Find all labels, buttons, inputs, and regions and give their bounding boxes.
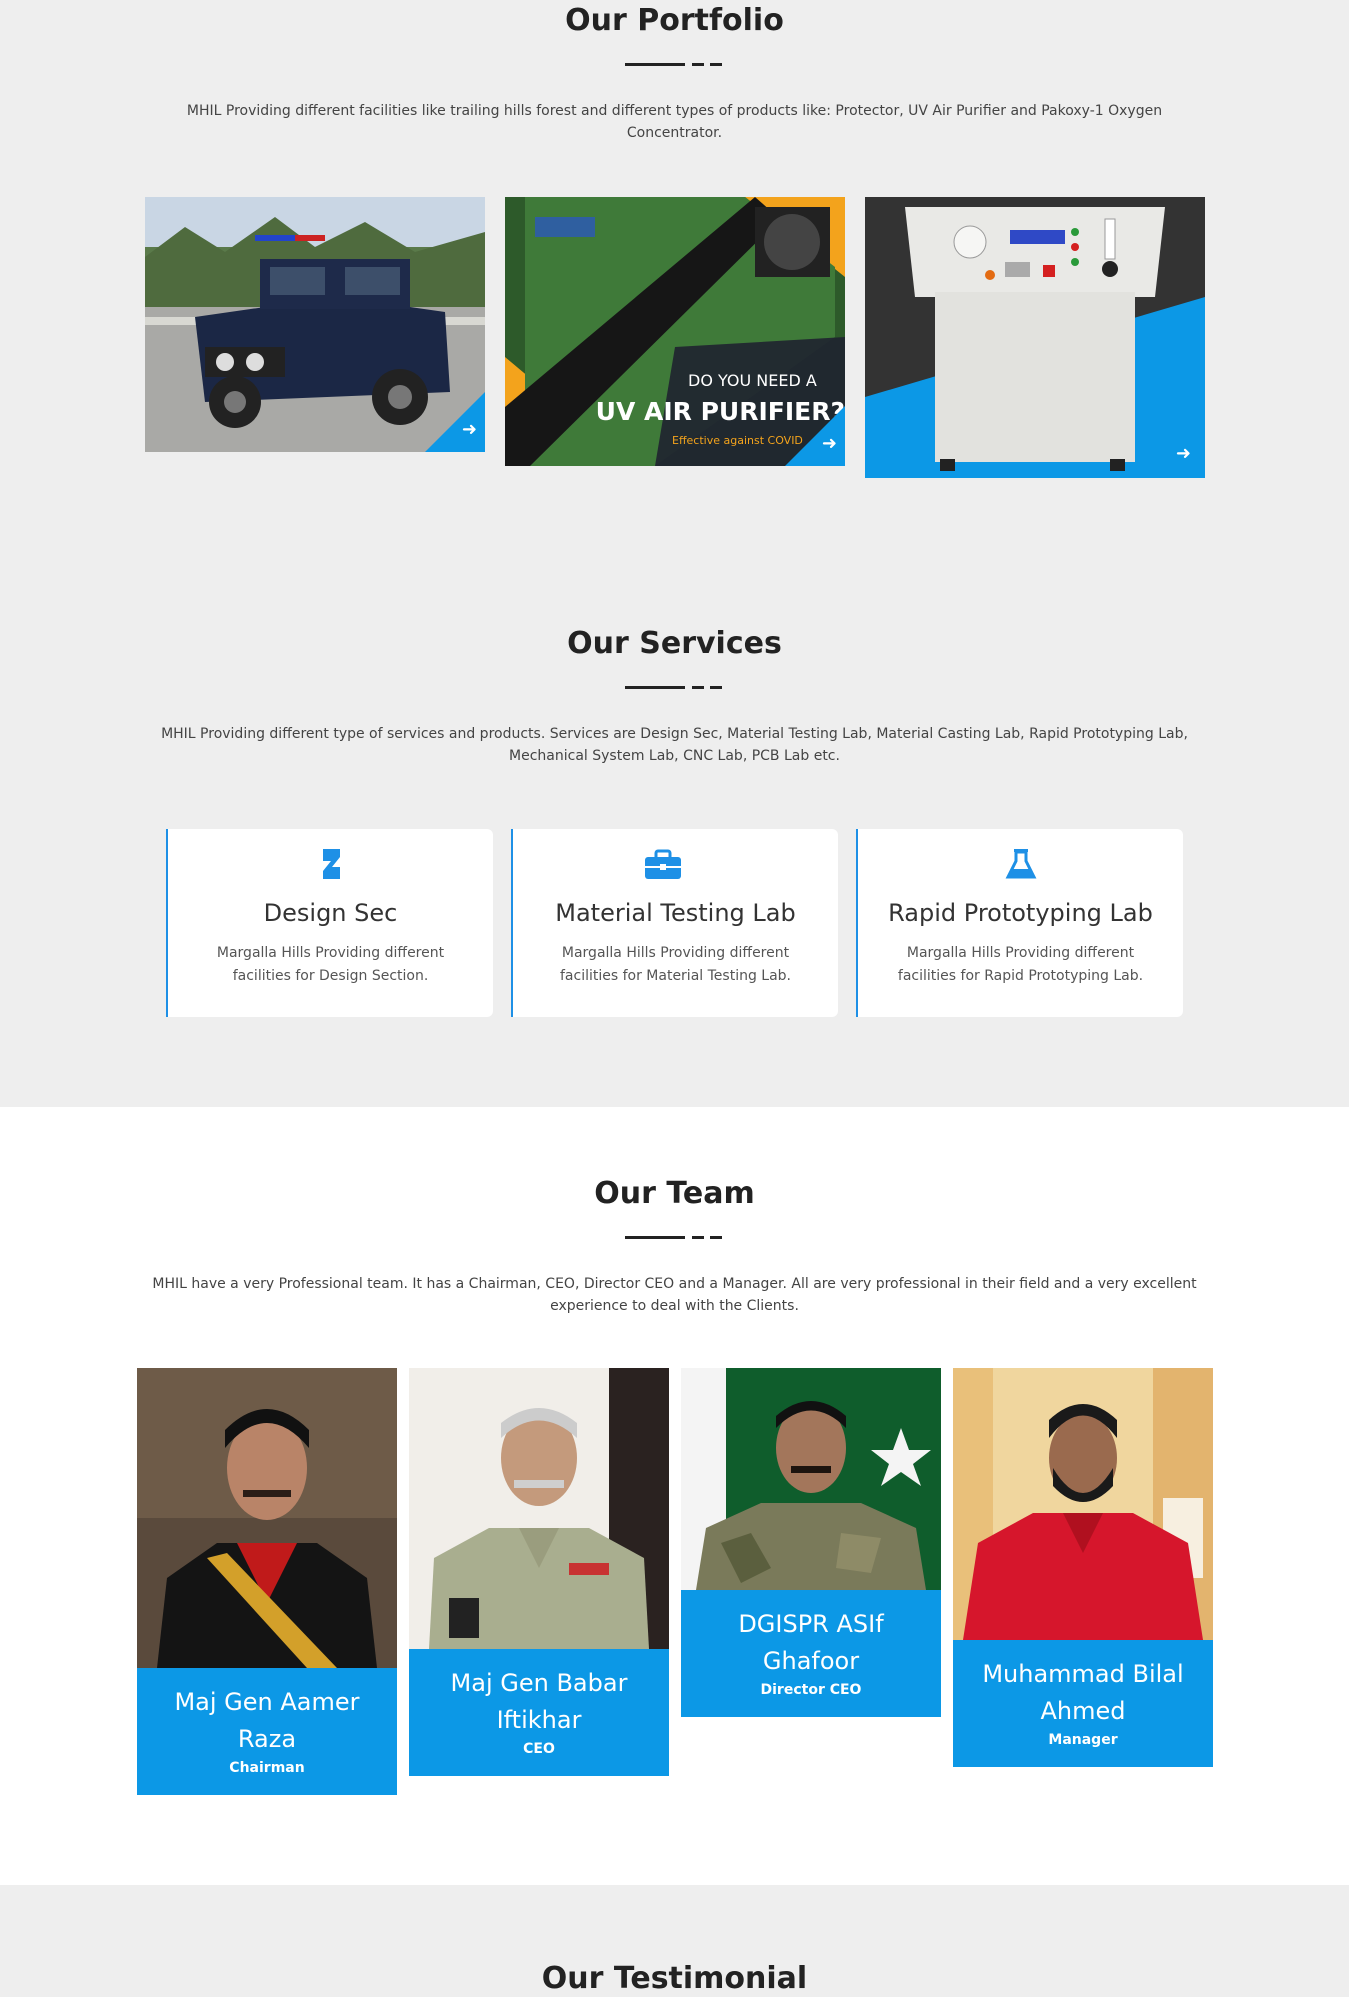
member-name: DGISPR ASIf Ghafoor xyxy=(738,1610,884,1675)
briefcase-icon xyxy=(513,847,838,881)
service-card-design-sec[interactable]: Design Sec Margalla Hills Providing diff… xyxy=(166,829,493,1017)
service-description: Margalla Hills Providing different facil… xyxy=(216,945,445,984)
member-photo xyxy=(953,1368,1213,1640)
service-title: Material Testing Lab xyxy=(555,899,796,927)
member-photo xyxy=(681,1368,941,1590)
member-name-box: Maj Gen Babar Iftikhar CEO xyxy=(409,1649,669,1776)
service-title: Design Sec xyxy=(263,899,398,927)
testimonial-section: Our Testimonial xyxy=(0,1885,1349,1997)
member-name: Maj Gen Babar Iftikhar xyxy=(450,1669,628,1734)
service-card-rapid-prototyping-lab[interactable]: Rapid Prototyping Lab Margalla Hills Pro… xyxy=(856,829,1183,1017)
team-intro: MHIL have a very Professional team. It h… xyxy=(152,1276,1197,1314)
member-photo xyxy=(137,1368,397,1668)
member-name: Muhammad Bilal Ahmed xyxy=(982,1660,1184,1725)
service-description: Margalla Hills Providing different facil… xyxy=(897,945,1144,984)
team-section: Our Team MHIL have a very Professional t… xyxy=(0,1107,1349,1885)
member-role: CEO xyxy=(523,1741,555,1757)
member-role: Chairman xyxy=(229,1760,305,1776)
member-role: Manager xyxy=(1048,1732,1118,1748)
flask-icon xyxy=(858,847,1183,881)
services-heading: Our Services xyxy=(567,626,782,661)
member-name: Maj Gen Aamer Raza xyxy=(174,1688,360,1753)
services-divider xyxy=(625,686,725,690)
member-name-box: Maj Gen Aamer Raza Chairman xyxy=(137,1668,397,1795)
team-divider xyxy=(625,1236,725,1240)
service-card-material-testing-lab[interactable]: Material Testing Lab Margalla Hills Prov… xyxy=(511,829,838,1017)
service-description: Margalla Hills Providing different facil… xyxy=(559,945,792,984)
member-role: Director CEO xyxy=(760,1682,862,1698)
services-section: Our Services MHIL Providing different ty… xyxy=(0,0,1349,1107)
team-heading: Our Team xyxy=(594,1176,755,1211)
services-intro: MHIL Providing different type of service… xyxy=(161,726,1188,764)
member-name-box: DGISPR ASIf Ghafoor Director CEO xyxy=(681,1590,941,1717)
member-name-box: Muhammad Bilal Ahmed Manager xyxy=(953,1640,1213,1767)
member-photo xyxy=(409,1368,669,1649)
testimonial-heading: Our Testimonial xyxy=(541,1961,808,1996)
service-title: Rapid Prototyping Lab xyxy=(888,899,1153,927)
deviantart-icon xyxy=(168,847,493,881)
